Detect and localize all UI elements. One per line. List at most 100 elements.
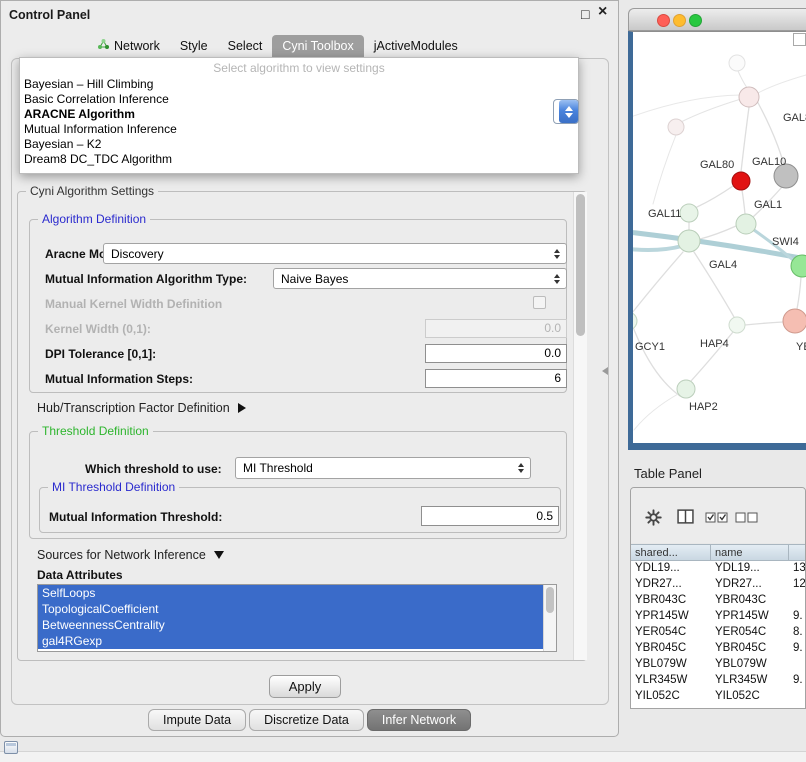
table-cell: 9. [789, 609, 806, 625]
dpi-tolerance-field[interactable]: 0.0 [425, 344, 567, 363]
float-window-button[interactable]: □ [581, 6, 589, 22]
hub-definition-expander[interactable]: Hub/Transcription Factor Definition [37, 401, 246, 415]
tab-network[interactable]: Network [87, 34, 170, 58]
attributes-scrollbar-thumb[interactable] [546, 587, 554, 613]
tab-select[interactable]: Select [218, 35, 273, 58]
data-attribute-item[interactable]: SelfLoops [38, 585, 545, 601]
table-row[interactable]: YPR145WYPR145W9. [631, 609, 806, 625]
network-edge[interactable] [681, 99, 741, 122]
tab-infer-network[interactable]: Infer Network [367, 709, 471, 731]
show-columns-icon[interactable] [677, 509, 694, 529]
table-row[interactable]: YIL052CYIL052C [631, 689, 806, 705]
network-edge[interactable] [700, 226, 736, 239]
manual-kernel-width-checkbox[interactable] [533, 296, 546, 309]
tab-style[interactable]: Style [170, 35, 218, 58]
splitter-collapse-button[interactable] [602, 367, 608, 375]
tab-discretize-data[interactable]: Discretize Data [249, 709, 364, 731]
apply-button[interactable]: Apply [269, 675, 341, 698]
node-label: GAL8 [783, 112, 806, 124]
node-label: GAL1 [754, 199, 782, 211]
network-node[interactable] [732, 172, 750, 190]
close-window-button[interactable]: × [598, 4, 607, 20]
algorithm-option[interactable]: Dream8 DC_TDC Algorithm [20, 152, 578, 167]
close-traffic-light[interactable] [657, 14, 670, 27]
table-column-header[interactable]: name [711, 544, 789, 561]
sources-expander[interactable]: Sources for Network Inference [37, 548, 224, 562]
network-edge[interactable] [738, 71, 748, 89]
algorithm-option[interactable]: Bayesian – Hill Climbing [20, 77, 578, 92]
network-view-window: GAL80GAL10GAL11GAL1SWI4GAL4GCY1HAP4HAP2G… [628, 8, 806, 450]
mi-algorithm-type-value: Naive Bayes [281, 272, 348, 286]
data-attribute-item[interactable]: BetweennessCentrality [38, 617, 545, 633]
network-edge[interactable] [745, 322, 783, 325]
network-window-titlebar[interactable] [628, 8, 806, 31]
algorithm-combobox-button[interactable] [553, 99, 579, 124]
table-column-header[interactable] [789, 544, 806, 561]
mi-algorithm-type-select[interactable]: Naive Bayes [273, 268, 567, 289]
algorithm-option[interactable]: Bayesian – K2 [20, 137, 578, 152]
zoom-traffic-light[interactable] [689, 14, 702, 27]
algorithm-option[interactable]: ARACNE Algorithm [20, 107, 578, 122]
tab-impute-data[interactable]: Impute Data [148, 709, 246, 731]
network-edge[interactable] [634, 394, 678, 430]
aracne-mode-select[interactable]: Discovery [103, 243, 567, 264]
network-edge[interactable] [742, 190, 745, 214]
tab-jactivemodules[interactable]: jActiveModules [364, 35, 468, 58]
network-edge[interactable] [797, 277, 801, 309]
table-column-header[interactable]: shared... [631, 544, 711, 561]
which-threshold-value: MI Threshold [243, 461, 313, 475]
network-edge[interactable] [633, 246, 682, 250]
network-edge[interactable] [653, 135, 676, 204]
floating-window-icon[interactable] [4, 741, 18, 754]
minimize-traffic-light[interactable] [673, 14, 686, 27]
attributes-scrollbar[interactable] [543, 585, 556, 651]
settings-scrollbar[interactable] [573, 192, 587, 660]
network-node[interactable] [633, 312, 637, 330]
algorithm-option[interactable]: Basic Correlation Inference [20, 92, 578, 107]
settings-scrollbar-thumb[interactable] [576, 194, 585, 336]
network-edge[interactable] [633, 252, 683, 313]
table-row[interactable]: YBR043CYBR043C [631, 593, 806, 609]
node-label: YE [796, 341, 806, 353]
birdseye-toggle-button[interactable] [793, 33, 806, 46]
network-node[interactable] [739, 87, 759, 107]
which-threshold-select[interactable]: MI Threshold [235, 457, 531, 479]
tab-cyni-toolbox-label: Cyni Toolbox [282, 39, 353, 53]
algorithm-option[interactable]: Mutual Information Inference [20, 122, 578, 137]
network-edge[interactable] [741, 107, 749, 172]
network-node[interactable] [729, 317, 745, 333]
mi-threshold-definition-legend: MI Threshold Definition [48, 480, 179, 494]
table-row[interactable]: YBL079WYBL079W [631, 657, 806, 673]
network-view-content: GAL80GAL10GAL11GAL1SWI4GAL4GCY1HAP4HAP2G… [628, 31, 806, 450]
deselect-all-checkboxes-icon[interactable] [735, 511, 759, 529]
network-edge[interactable] [758, 75, 806, 93]
node-label: SWI4 [772, 236, 799, 248]
mi-steps-field[interactable]: 6 [425, 369, 567, 388]
table-row[interactable]: YDL19...YDL19...13 [631, 561, 806, 577]
table-row[interactable]: YLR345WYLR345W9. [631, 673, 806, 689]
table-row[interactable]: YBR045CYBR045C9. [631, 641, 806, 657]
network-node[interactable] [677, 380, 695, 398]
tab-cyni-toolbox[interactable]: Cyni Toolbox [272, 35, 363, 58]
network-node[interactable] [736, 214, 756, 234]
network-edge[interactable] [633, 95, 740, 118]
mi-threshold-field[interactable]: 0.5 [421, 506, 559, 526]
gear-icon[interactable] [645, 509, 662, 531]
table-row[interactable]: YER054CYER054C8. [631, 625, 806, 641]
table-cell: 13 [789, 561, 806, 577]
network-node[interactable] [668, 119, 684, 135]
network-canvas[interactable]: GAL80GAL10GAL11GAL1SWI4GAL4GCY1HAP4HAP2G… [633, 32, 806, 443]
network-edge[interactable] [633, 327, 680, 396]
network-edge[interactable] [697, 186, 733, 207]
network-node[interactable] [729, 55, 745, 71]
data-attribute-item[interactable]: TopologicalCoefficient [38, 601, 545, 617]
network-node[interactable] [678, 230, 700, 252]
kernel-width-field[interactable]: 0.0 [425, 319, 567, 338]
network-node[interactable] [783, 309, 806, 333]
table-cell: YPR145W [711, 609, 789, 625]
data-attribute-item[interactable]: gal4RGexp [38, 633, 545, 649]
network-node[interactable] [680, 204, 698, 222]
select-all-checkboxes-icon[interactable] [705, 511, 729, 529]
tab-network-label: Network [114, 39, 160, 53]
table-row[interactable]: YDR27...YDR27...12 [631, 577, 806, 593]
